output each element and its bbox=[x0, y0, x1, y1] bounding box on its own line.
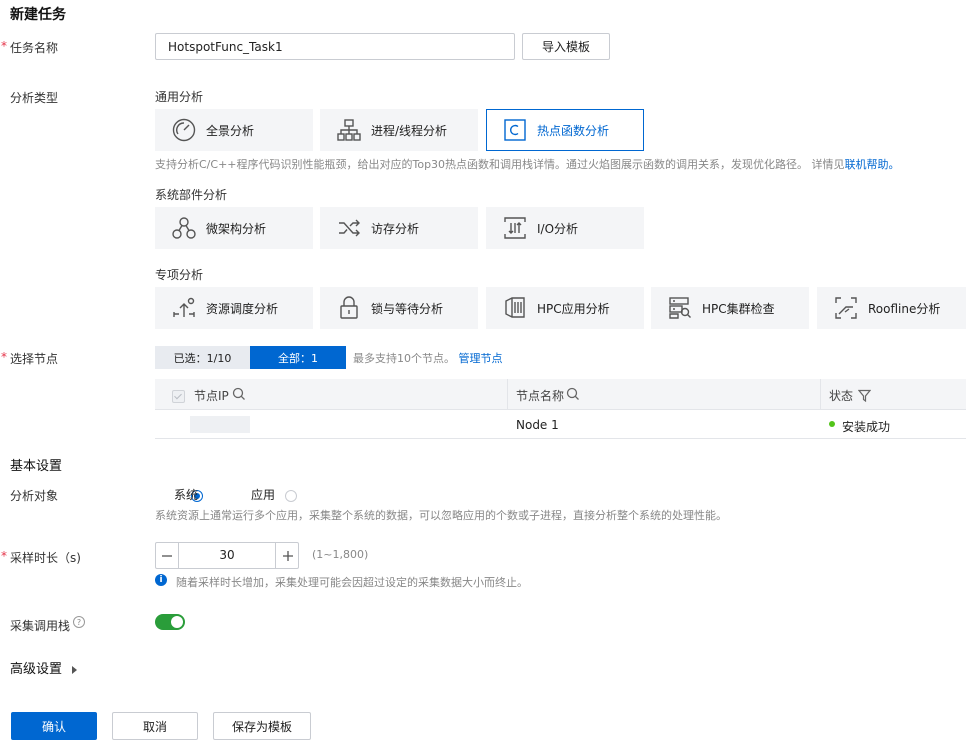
gauge-icon bbox=[170, 116, 198, 144]
confirm-button[interactable]: 确认 bbox=[11, 712, 97, 740]
increment-button[interactable] bbox=[275, 542, 299, 569]
general-analysis-title: 通用分析 bbox=[155, 90, 204, 104]
column-divider bbox=[507, 379, 508, 409]
io-icon bbox=[501, 214, 529, 242]
card-memory-access-label: 访存分析 bbox=[371, 221, 420, 236]
search-icon[interactable] bbox=[232, 386, 246, 405]
duration-input[interactable]: 30 bbox=[179, 548, 275, 562]
import-template-button[interactable]: 导入模板 bbox=[522, 33, 610, 60]
card-roofline[interactable]: Roofline分析 bbox=[817, 287, 966, 329]
cluster-check-icon bbox=[666, 294, 694, 322]
col-node-name: 节点名称 bbox=[516, 389, 565, 403]
filter-icon[interactable] bbox=[857, 387, 872, 406]
schedule-icon bbox=[170, 294, 198, 322]
select-node-label: 选择节点 bbox=[1, 350, 58, 367]
duration-tip: 随着采样时长增加，采集处理可能会因超过设定的采集数据大小而终止。 bbox=[176, 576, 528, 589]
card-hpc-app[interactable]: HPC应用分析 bbox=[486, 287, 644, 329]
card-hpc-app-label: HPC应用分析 bbox=[537, 301, 610, 316]
search-icon[interactable] bbox=[566, 386, 580, 405]
process-tree-icon bbox=[335, 116, 363, 144]
select-all-checkbox[interactable] bbox=[172, 390, 185, 403]
node-ip-value bbox=[190, 416, 250, 433]
card-panorama-label: 全景分析 bbox=[206, 123, 255, 138]
radio-app-label: 应用 bbox=[251, 488, 276, 502]
callstack-label: 采集调用栈 bbox=[10, 619, 71, 633]
task-name-label: 任务名称 bbox=[1, 39, 58, 56]
analysis-target-label: 分析对象 bbox=[10, 489, 59, 503]
col-status: 状态 bbox=[829, 389, 854, 403]
duration-label: 采样时长（s) bbox=[1, 549, 81, 566]
lock-icon bbox=[335, 294, 363, 322]
radio-app[interactable] bbox=[285, 490, 298, 502]
col-node-ip: 节点IP bbox=[194, 387, 229, 404]
card-io[interactable]: I/O分析 bbox=[486, 207, 644, 249]
function-c-icon bbox=[501, 116, 529, 144]
card-lock-wait[interactable]: 锁与等待分析 bbox=[320, 287, 478, 329]
callstack-toggle[interactable] bbox=[155, 614, 185, 630]
task-name-value: HotspotFunc_Task1 bbox=[168, 39, 283, 54]
card-io-label: I/O分析 bbox=[537, 221, 579, 236]
card-process-thread[interactable]: 进程/线程分析 bbox=[320, 109, 478, 151]
tab-all-nodes[interactable]: 全部：1 bbox=[250, 346, 346, 369]
node-name-cell: Node 1 bbox=[516, 418, 559, 432]
card-resource-schedule[interactable]: 资源调度分析 bbox=[155, 287, 313, 329]
column-divider bbox=[820, 379, 821, 409]
hpc-app-icon bbox=[501, 294, 529, 322]
card-lock-wait-label: 锁与等待分析 bbox=[371, 301, 444, 316]
help-icon[interactable]: ? bbox=[73, 616, 85, 628]
card-panorama[interactable]: 全景分析 bbox=[155, 109, 313, 151]
card-microarch[interactable]: 微架构分析 bbox=[155, 207, 313, 249]
toggle-knob bbox=[171, 616, 183, 628]
status-dot bbox=[829, 421, 835, 427]
duration-range: (1~1,800) bbox=[312, 548, 369, 561]
card-microarch-label: 微架构分析 bbox=[206, 221, 267, 236]
advanced-settings-title: 高级设置 bbox=[10, 662, 63, 677]
caret-right-icon bbox=[72, 665, 78, 674]
task-name-input[interactable]: HotspotFunc_Task1 bbox=[155, 33, 515, 60]
decrement-button[interactable] bbox=[155, 542, 179, 569]
special-analysis-title: 专项分析 bbox=[155, 268, 204, 282]
page-title: 新建任务 bbox=[10, 7, 66, 23]
col-node-ip-label: 节点IP bbox=[194, 389, 229, 403]
card-hotspot-function[interactable]: 热点函数分析 bbox=[486, 109, 644, 151]
save-template-button[interactable]: 保存为模板 bbox=[213, 712, 311, 740]
manage-nodes-link[interactable]: 管理节点 bbox=[459, 352, 503, 365]
node-limit-text: 最多支持10个节点。 bbox=[353, 352, 455, 365]
card-memory-access[interactable]: 访存分析 bbox=[320, 207, 478, 249]
tab-selected-nodes[interactable]: 已选：1/10 bbox=[155, 346, 250, 369]
advanced-settings-toggle[interactable]: 高级设置 bbox=[10, 658, 78, 677]
analysis-type-label: 分析类型 bbox=[10, 91, 59, 105]
general-description-text: 支持分析C/C++程序代码识别性能瓶颈，给出对应的Top30热点函数和调用栈详情… bbox=[155, 158, 845, 171]
card-hotspot-function-label: 热点函数分析 bbox=[537, 123, 610, 138]
microarch-icon bbox=[170, 214, 198, 242]
general-description: 支持分析C/C++程序代码识别性能瓶颈，给出对应的Top30热点函数和调用栈详情… bbox=[155, 156, 900, 172]
system-analysis-title: 系统部件分析 bbox=[155, 188, 228, 202]
target-description: 系统资源上通常运行多个应用，采集整个系统的数据，可以忽略应用的个数或子进程，直接… bbox=[155, 509, 727, 522]
info-icon: i bbox=[155, 574, 167, 586]
radio-system-label: 系统 bbox=[174, 488, 199, 502]
card-hpc-cluster-label: HPC集群检查 bbox=[702, 301, 775, 316]
card-process-thread-label: 进程/线程分析 bbox=[371, 123, 448, 138]
card-hpc-cluster[interactable]: HPC集群检查 bbox=[651, 287, 809, 329]
roofline-icon bbox=[832, 294, 860, 322]
online-help-link[interactable]: 联机帮助。 bbox=[845, 158, 900, 171]
basic-settings-title: 基本设置 bbox=[10, 459, 63, 474]
shuffle-icon bbox=[335, 214, 363, 242]
status-badge: 安装成功 bbox=[842, 420, 891, 434]
card-resource-schedule-label: 资源调度分析 bbox=[206, 301, 279, 316]
cancel-button[interactable]: 取消 bbox=[112, 712, 198, 740]
node-limit-hint: 最多支持10个节点。 管理节点 bbox=[353, 350, 503, 366]
card-roofline-label: Roofline分析 bbox=[868, 301, 941, 316]
